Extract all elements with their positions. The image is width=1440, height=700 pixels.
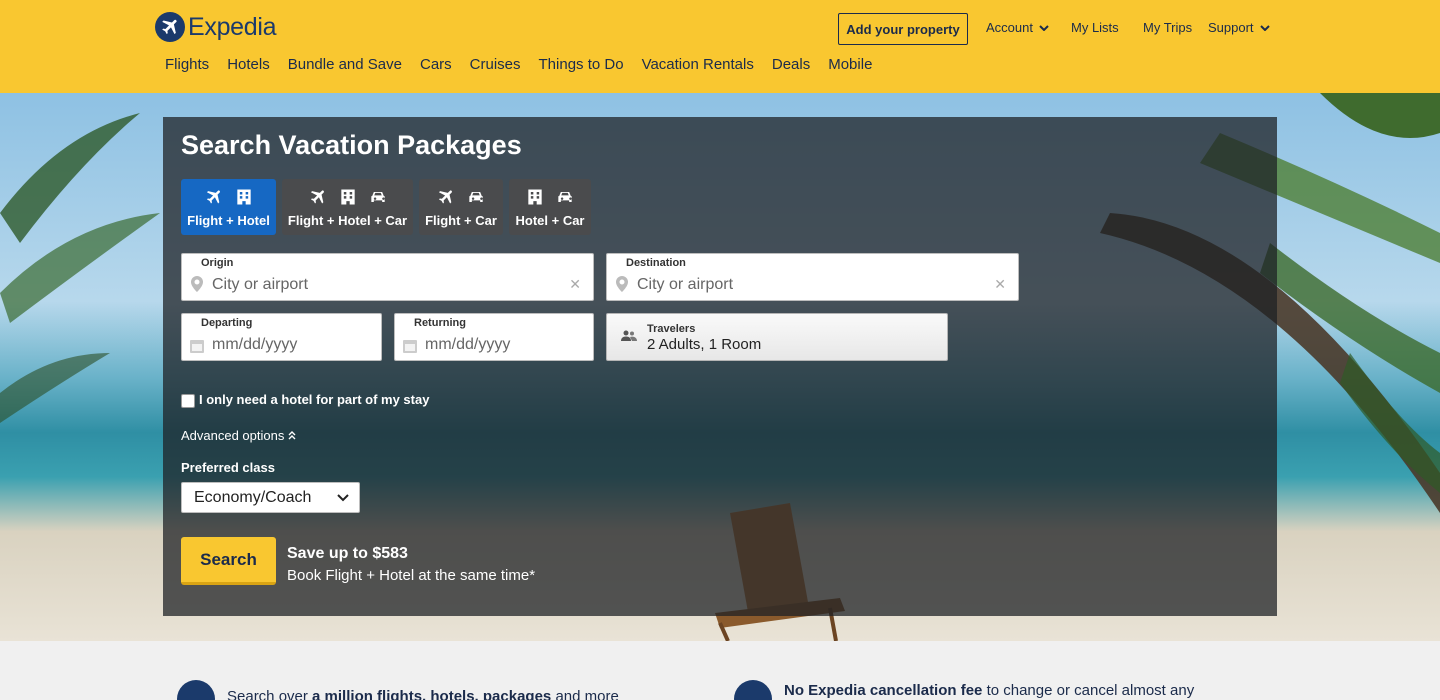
chevron-up-double-icon [288, 431, 296, 440]
tab-label: Flight + Hotel [187, 213, 270, 228]
destination-label: Destination [626, 257, 686, 269]
tab-flight-hotel[interactable]: Flight + Hotel [181, 179, 276, 235]
chevron-down-icon [1039, 24, 1049, 31]
my-trips-link[interactable]: My Trips [1143, 20, 1192, 35]
origin-label: Origin [201, 257, 234, 269]
partial-stay-checkbox[interactable] [181, 394, 195, 408]
advanced-options-toggle[interactable]: Advanced options [181, 428, 296, 443]
destination-input[interactable]: City or airport [637, 276, 733, 294]
my-lists-label: My Lists [1071, 20, 1119, 35]
hotel-icon [528, 189, 542, 205]
nav-vacation-rentals[interactable]: Vacation Rentals [642, 56, 754, 73]
returning-field[interactable]: Returning mm/dd/yyyy [394, 313, 594, 361]
expedia-logo[interactable]: Expedia [155, 12, 277, 42]
nav-deals[interactable]: Deals [772, 56, 810, 73]
page-title: Search Vacation Packages [181, 130, 522, 160]
departing-label: Departing [201, 317, 253, 329]
preferred-class-label: Preferred class [181, 460, 275, 475]
clear-origin-icon[interactable]: ✕ [569, 276, 581, 293]
nav-things-to-do[interactable]: Things to Do [539, 56, 624, 73]
savings-headline: Save up to $583 [287, 545, 408, 562]
returning-input[interactable]: mm/dd/yyyy [425, 336, 510, 354]
plane-logo-icon [155, 12, 185, 42]
travelers-icon [621, 330, 637, 341]
account-menu[interactable]: Account [986, 20, 1049, 35]
returning-label: Returning [414, 317, 466, 329]
departing-input[interactable]: mm/dd/yyyy [212, 336, 297, 354]
benefit-tail: and more [551, 688, 619, 700]
departing-field[interactable]: Departing mm/dd/yyyy [181, 313, 382, 361]
logo-text: Expedia [188, 12, 277, 41]
nav-mobile[interactable]: Mobile [828, 56, 872, 73]
tab-label: Hotel + Car [515, 213, 585, 228]
tab-flight-car[interactable]: Flight + Car [419, 179, 503, 235]
travelers-value: 2 Adults, 1 Room [647, 336, 762, 353]
tab-flight-hotel-car[interactable]: Flight + Hotel + Car [282, 179, 413, 235]
preferred-class-value: Economy/Coach [194, 489, 312, 506]
my-lists-link[interactable]: My Lists [1071, 20, 1119, 35]
partial-stay-label[interactable]: I only need a hotel for part of my stay [199, 392, 429, 407]
benefit-item: Search over a million flights, hotels, p… [177, 680, 619, 700]
origin-field[interactable]: Origin City or airport ✕ [181, 253, 594, 301]
map-pin-icon [191, 276, 203, 292]
plane-icon [438, 190, 452, 204]
travelers-label: Travelers [647, 323, 696, 335]
tab-hotel-car[interactable]: Hotel + Car [509, 179, 591, 235]
calendar-icon [403, 340, 417, 353]
primary-nav: Flights Hotels Bundle and Save Cars Crui… [165, 56, 890, 73]
site-header: Expedia Add your property Account My Lis… [0, 0, 1440, 93]
nav-cruises[interactable]: Cruises [470, 56, 521, 73]
car-icon [370, 192, 385, 202]
benefit-lead: Search over [227, 688, 313, 700]
map-pin-icon [616, 276, 628, 292]
calendar-icon [190, 340, 204, 353]
hero-beach-background: Search Vacation Packages Flight + Hotel … [0, 93, 1440, 641]
benefit-item: No Expedia cancellation fee to change or… [734, 680, 1194, 700]
support-menu[interactable]: Support [1208, 20, 1270, 35]
benefit-bold: No Expedia cancellation fee [784, 682, 983, 699]
car-icon [558, 192, 572, 202]
plane-icon [206, 190, 220, 204]
advanced-options-label: Advanced options [181, 428, 285, 443]
nav-bundle-and-save[interactable]: Bundle and Save [288, 56, 402, 73]
benefit-tail: to change or cancel almost any [982, 682, 1195, 699]
origin-input[interactable]: City or airport [212, 276, 308, 294]
nav-cars[interactable]: Cars [420, 56, 452, 73]
plane-icon [310, 190, 324, 204]
nav-flights[interactable]: Flights [165, 56, 209, 73]
account-label: Account [986, 20, 1033, 35]
chevron-down-icon [337, 494, 349, 502]
chevron-down-icon [1259, 24, 1270, 31]
add-property-button[interactable]: Add your property [838, 13, 968, 45]
savings-subtitle: Book Flight + Hotel at the same time* [287, 567, 536, 584]
destination-field[interactable]: Destination City or airport ✕ [606, 253, 1019, 301]
preferred-class-select[interactable]: Economy/Coach [181, 482, 360, 513]
my-trips-label: My Trips [1143, 20, 1193, 35]
check-badge-icon [734, 680, 772, 700]
hotel-icon [236, 189, 251, 205]
vacation-package-search-panel: Search Vacation Packages Flight + Hotel … [163, 117, 1277, 616]
nav-hotels[interactable]: Hotels [227, 56, 270, 73]
tab-label: Flight + Car [425, 213, 497, 228]
car-icon [469, 192, 483, 202]
support-label: Support [1208, 20, 1254, 35]
search-button[interactable]: Search [181, 537, 276, 585]
travelers-picker-button[interactable]: Travelers 2 Adults, 1 Room [606, 313, 948, 361]
hotel-icon [340, 189, 355, 205]
clear-destination-icon[interactable]: ✕ [994, 276, 1006, 293]
benefit-bold: a million flights, hotels, packages [312, 688, 552, 700]
tab-label: Flight + Hotel + Car [287, 213, 408, 228]
check-badge-icon [177, 680, 215, 700]
